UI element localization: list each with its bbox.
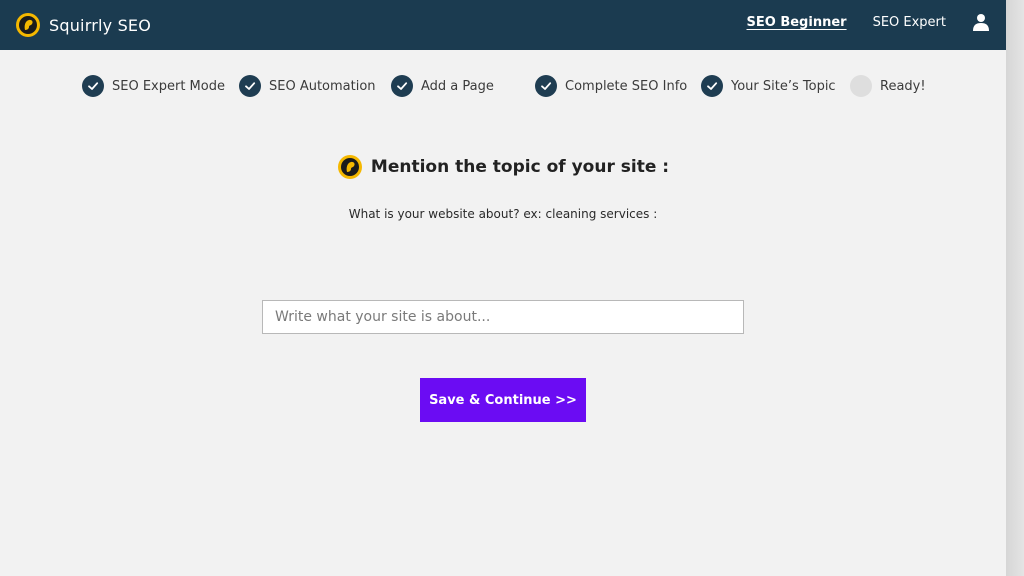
step-add-a-page: Add a Page <box>391 73 494 99</box>
checkmark-icon <box>535 75 557 97</box>
checkmark-icon <box>701 75 723 97</box>
step-seo-expert-mode: SEO Expert Mode <box>82 73 225 99</box>
step-label: Add a Page <box>421 78 494 94</box>
pending-step-icon <box>850 75 872 97</box>
squirrel-logo-icon <box>16 13 40 37</box>
nav-seo-expert[interactable]: SEO Expert <box>873 15 946 30</box>
onboarding-steps: SEO Expert Mode SEO Automation Add a Pag… <box>0 73 1006 99</box>
step-label: Complete SEO Info <box>565 78 688 94</box>
step-label: SEO Expert Mode <box>112 78 225 94</box>
page-title: Mention the topic of your site : <box>370 157 670 177</box>
section-heading: Mention the topic of your site : <box>0 154 1006 180</box>
checkmark-icon <box>82 75 104 97</box>
nav-seo-beginner[interactable]: SEO Beginner <box>747 15 847 30</box>
step-complete-seo-info: Complete SEO Info <box>535 73 687 99</box>
step-your-sites-topic: Your Site’s Topic <box>701 73 836 99</box>
save-continue-button[interactable]: Save & Continue >> <box>420 378 586 422</box>
brand-name: Squirrly SEO <box>49 15 152 35</box>
page: Squirrly SEO SEO Beginner SEO Expert SEO… <box>0 0 1024 576</box>
user-icon[interactable] <box>972 13 990 31</box>
step-label: SEO Automation <box>269 78 376 94</box>
step-seo-automation: SEO Automation <box>239 73 376 99</box>
step-label: Ready! <box>880 78 926 94</box>
mode-navigation: SEO Beginner SEO Expert <box>747 0 990 44</box>
step-label: Your Site’s Topic <box>731 78 836 94</box>
site-topic-input[interactable] <box>262 300 744 334</box>
squirrel-logo-icon <box>337 155 362 179</box>
step-ready: Ready! <box>850 73 926 99</box>
top-navigation-bar: Squirrly SEO SEO Beginner SEO Expert <box>0 0 1006 50</box>
brand[interactable]: Squirrly SEO <box>15 10 151 40</box>
topic-instructions: What is your website about? ex: cleaning… <box>348 207 658 221</box>
checkmark-icon <box>239 75 261 97</box>
checkmark-icon <box>391 75 413 97</box>
window-edge <box>1006 0 1024 576</box>
